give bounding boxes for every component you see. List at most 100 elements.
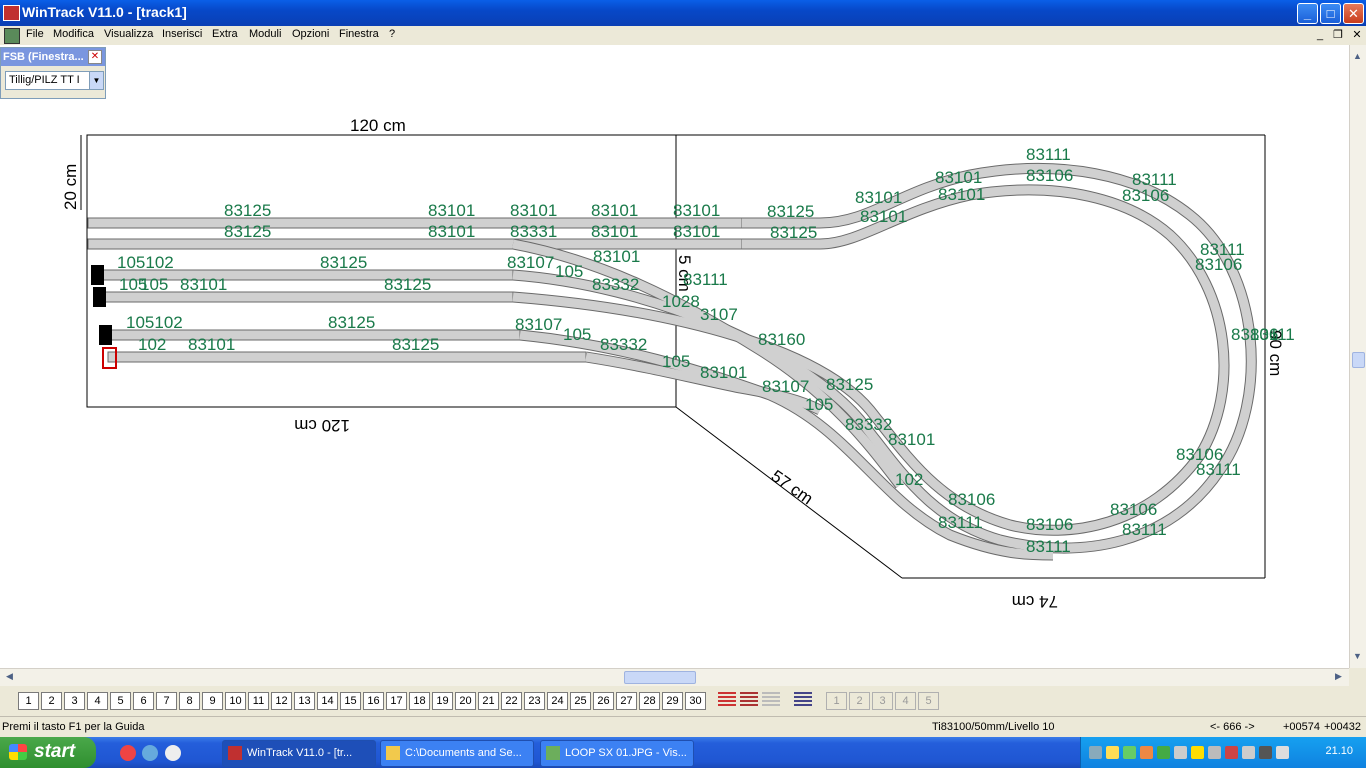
- scroll-left-icon[interactable]: ◀: [2, 669, 17, 684]
- menu-inserisci[interactable]: Inserisci: [162, 28, 202, 40]
- menu-help[interactable]: ?: [389, 28, 395, 40]
- tray-icon[interactable]: [1157, 746, 1170, 759]
- mdi-close-button[interactable]: ✕: [1350, 28, 1364, 42]
- fsb-close-icon[interactable]: ✕: [88, 50, 102, 64]
- level-button-9[interactable]: 9: [202, 692, 223, 710]
- level-button-17[interactable]: 17: [386, 692, 407, 710]
- horizontal-scroll-thumb[interactable]: [624, 671, 696, 684]
- level-button-28[interactable]: 28: [639, 692, 660, 710]
- menu-extra[interactable]: Extra: [212, 28, 238, 40]
- track-label: 83101: [188, 335, 235, 354]
- menu-modifica[interactable]: Modifica: [53, 28, 94, 40]
- tray-icon[interactable]: [1191, 746, 1204, 759]
- level-button-19[interactable]: 19: [432, 692, 453, 710]
- status-help: Premi il tasto F1 per la Guida: [2, 721, 145, 733]
- document-icon[interactable]: [4, 28, 20, 44]
- tray-icon[interactable]: [1242, 746, 1255, 759]
- level-button-10[interactable]: 10: [225, 692, 246, 710]
- level-button-20[interactable]: 20: [455, 692, 476, 710]
- chrome-icon[interactable]: [120, 745, 136, 761]
- vertical-scrollbar[interactable]: ▲ ▼: [1349, 45, 1366, 668]
- view-level-button-2[interactable]: 2: [849, 692, 870, 710]
- menu-visualizza[interactable]: Visualizza: [104, 28, 153, 40]
- level-button-29[interactable]: 29: [662, 692, 683, 710]
- wintrack-app-icon[interactable]: [3, 5, 20, 21]
- track-label: 83111: [1026, 145, 1071, 164]
- track-label: 83101: [591, 201, 638, 220]
- view-level-button-1[interactable]: 1: [826, 692, 847, 710]
- level-button-14[interactable]: 14: [317, 692, 338, 710]
- level-button-27[interactable]: 27: [616, 692, 637, 710]
- media-player-icon[interactable]: [165, 745, 181, 761]
- vertical-scroll-thumb[interactable]: [1352, 352, 1365, 368]
- view-level-button-5[interactable]: 5: [918, 692, 939, 710]
- level-button-4[interactable]: 4: [87, 692, 108, 710]
- chevron-down-icon[interactable]: ▼: [89, 71, 104, 90]
- level-button-18[interactable]: 18: [409, 692, 430, 710]
- edit-layer-icon[interactable]: [740, 692, 758, 708]
- layers-icon[interactable]: [718, 692, 736, 708]
- track-label: 83101: [593, 247, 640, 266]
- level-button-8[interactable]: 8: [179, 692, 200, 710]
- scroll-down-icon[interactable]: ▼: [1350, 649, 1365, 664]
- task-wintrack[interactable]: WinTrack V11.0 - [tr...: [222, 740, 376, 767]
- tray-icon[interactable]: [1276, 746, 1289, 759]
- level-button-21[interactable]: 21: [478, 692, 499, 710]
- level-button-3[interactable]: 3: [64, 692, 85, 710]
- level-button-12[interactable]: 12: [271, 692, 292, 710]
- ie-icon[interactable]: [142, 745, 158, 761]
- task-image-viewer[interactable]: LOOP SX 01.JPG - Vis...: [540, 740, 694, 767]
- level-button-5[interactable]: 5: [110, 692, 131, 710]
- track-label: 83106: [1195, 255, 1242, 274]
- tray-icon[interactable]: [1089, 746, 1102, 759]
- menu-opzioni[interactable]: Opzioni: [292, 28, 329, 40]
- horizontal-scrollbar[interactable]: ◀ ▶: [0, 668, 1349, 686]
- view-level-button-4[interactable]: 4: [895, 692, 916, 710]
- track-label: 105: [140, 275, 168, 294]
- view-level-button-3[interactable]: 3: [872, 692, 893, 710]
- level-button-24[interactable]: 24: [547, 692, 568, 710]
- close-button[interactable]: ✕: [1343, 3, 1364, 24]
- level-manager-icon[interactable]: [794, 692, 812, 708]
- track-label: 83101: [510, 201, 557, 220]
- tray-icon[interactable]: [1259, 746, 1272, 759]
- maximize-button[interactable]: □: [1320, 3, 1341, 24]
- track-label: 83101: [673, 222, 720, 241]
- tray-icon[interactable]: [1208, 746, 1221, 759]
- level-button-25[interactable]: 25: [570, 692, 591, 710]
- tray-icon[interactable]: [1174, 746, 1187, 759]
- level-button-1[interactable]: 1: [18, 692, 39, 710]
- level-button-11[interactable]: 11: [248, 692, 269, 710]
- tray-icon[interactable]: [1106, 746, 1119, 759]
- level-button-23[interactable]: 23: [524, 692, 545, 710]
- start-button[interactable]: start: [0, 737, 96, 768]
- level-button-13[interactable]: 13: [294, 692, 315, 710]
- scroll-up-icon[interactable]: ▲: [1350, 49, 1365, 64]
- menu-finestra[interactable]: Finestra: [339, 28, 379, 40]
- scroll-right-icon[interactable]: ▶: [1331, 669, 1346, 684]
- erase-layer-icon[interactable]: [762, 692, 780, 708]
- track-canvas[interactable]: 120 cm 120 cm 20 cm 90 cm 57 cm 74 cm 5 …: [0, 45, 1349, 668]
- level-button-30[interactable]: 30: [685, 692, 706, 710]
- menu-file[interactable]: File: [26, 28, 44, 40]
- status-track-info: Ti83100/50mm/Livello 10: [932, 721, 1055, 733]
- minimize-button[interactable]: _: [1297, 3, 1318, 24]
- track-label: 83332: [600, 335, 647, 354]
- menu-moduli[interactable]: Moduli: [249, 28, 281, 40]
- level-button-26[interactable]: 26: [593, 692, 614, 710]
- track-label: 105: [662, 352, 690, 371]
- level-button-7[interactable]: 7: [156, 692, 177, 710]
- level-button-16[interactable]: 16: [363, 692, 384, 710]
- task-explorer[interactable]: C:\Documents and Se...: [380, 740, 534, 767]
- tray-icon[interactable]: [1123, 746, 1136, 759]
- level-button-22[interactable]: 22: [501, 692, 522, 710]
- tray-icon[interactable]: [1225, 746, 1238, 759]
- fsb-library-select[interactable]: Tillig/PILZ TT I: [5, 71, 91, 90]
- mdi-minimize-button[interactable]: _: [1313, 28, 1327, 42]
- mdi-restore-button[interactable]: ❐: [1331, 28, 1345, 42]
- level-button-6[interactable]: 6: [133, 692, 154, 710]
- level-button-15[interactable]: 15: [340, 692, 361, 710]
- tray-icon[interactable]: [1140, 746, 1153, 759]
- level-button-2[interactable]: 2: [41, 692, 62, 710]
- track-label: 83332: [845, 415, 892, 434]
